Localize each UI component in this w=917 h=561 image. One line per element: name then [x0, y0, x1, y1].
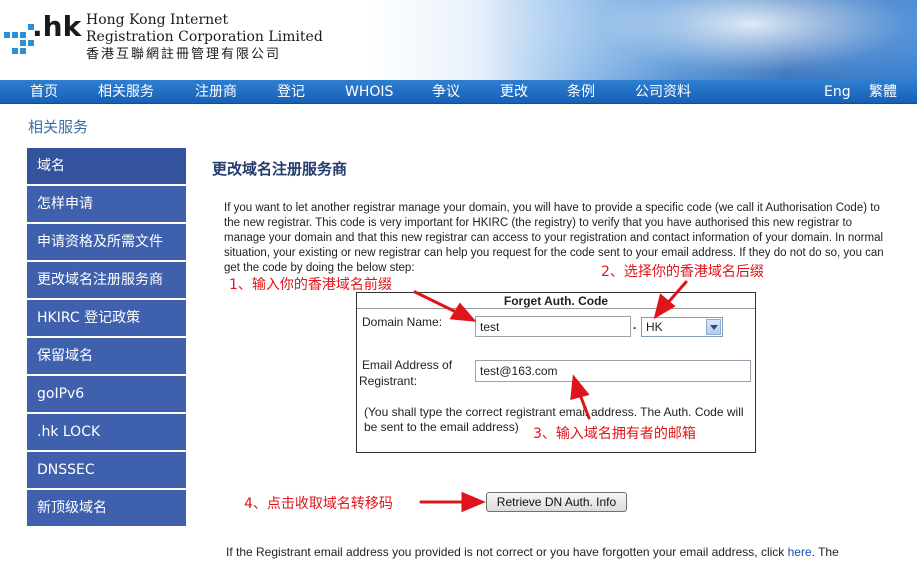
sidebar-item-change-registrar[interactable]: 更改域名注册服务商 [27, 262, 186, 300]
here-link[interactable]: here [788, 545, 812, 559]
lang-english-link[interactable]: Eng [824, 80, 851, 104]
sidebar-item-how-to-apply[interactable]: 怎样申请 [27, 186, 186, 224]
header-glow [440, 0, 917, 80]
nav-item-registrars[interactable]: 注册商 [195, 80, 237, 104]
hkirc-logo[interactable]: .hk [2, 6, 82, 70]
retrieve-auth-info-button[interactable]: Retrieve DN Auth. Info [486, 492, 627, 512]
sidebar-item-domain[interactable]: 域名 [27, 148, 186, 186]
org-name-cn: 香港互聯網註冊管理有限公司 [86, 47, 282, 62]
sidebar-item-hk-lock[interactable]: .hk LOCK [27, 414, 186, 452]
footer-paragraph: If the Registrant email address you prov… [226, 545, 839, 559]
domain-suffix-value: HK [646, 320, 663, 334]
sidebar-item-goipv6[interactable]: goIPv6 [27, 376, 186, 414]
site-header: .hk Hong Kong Internet Registration Corp… [0, 0, 917, 80]
email-label-line2: Registrant: [359, 374, 418, 388]
chevron-down-icon[interactable] [706, 319, 721, 335]
main-nav: 首页 相关服务 注册商 登记 WHOIS 争议 更改 条例 公司资料 Eng 繁… [0, 80, 917, 104]
email-input[interactable] [475, 360, 751, 382]
domain-name-input[interactable] [475, 316, 631, 337]
form-title: Forget Auth. Code [357, 293, 755, 309]
lang-traditional-link[interactable]: 繁體 [869, 80, 897, 104]
footer-text-after: . The [811, 545, 839, 559]
sidebar-item-new-tld[interactable]: 新顶级域名 [27, 490, 186, 528]
nav-item-home[interactable]: 首页 [30, 80, 58, 104]
nav-item-change[interactable]: 更改 [500, 80, 528, 104]
domain-name-label: Domain Name: [362, 315, 443, 329]
nav-item-whois[interactable]: WHOIS [345, 80, 393, 104]
email-label-line1: Email Address of [362, 358, 453, 372]
sidebar-item-reserved[interactable]: 保留域名 [27, 338, 186, 376]
org-name-en-1: Hong Kong Internet [86, 12, 229, 28]
nav-item-services[interactable]: 相关服务 [98, 80, 154, 104]
nav-item-ordinance[interactable]: 条例 [567, 80, 595, 104]
annotation-step-2: 2、选择你的香港域名后缀 [601, 264, 764, 280]
logo-text: .hk [32, 10, 82, 43]
annotation-step-3: 3、输入域名拥有者的邮箱 [533, 426, 696, 442]
arrow-icon [419, 491, 486, 513]
sidebar-item-policy[interactable]: HKIRC 登记政策 [27, 300, 186, 338]
org-name-en-2: Registration Corporation Limited [86, 29, 323, 45]
annotation-step-1: 1、输入你的香港域名前缀 [229, 277, 392, 293]
footer-text-before: If the Registrant email address you prov… [226, 545, 788, 559]
section-title: 相关服务 [28, 118, 89, 136]
sidebar: 域名 怎样申请 申请资格及所需文件 更改域名注册服务商 HKIRC 登记政策 保… [27, 148, 186, 528]
intro-paragraph: If you want to let another registrar man… [224, 202, 884, 274]
nav-item-dispute[interactable]: 争议 [432, 80, 460, 104]
sidebar-item-dnssec[interactable]: DNSSEC [27, 452, 186, 490]
org-name: Hong Kong Internet Registration Corporat… [86, 12, 323, 63]
nav-item-company[interactable]: 公司资料 [635, 80, 691, 104]
nav-item-register[interactable]: 登记 [277, 80, 305, 104]
page-title: 更改域名注册服务商 [212, 160, 348, 178]
domain-suffix-select[interactable]: HK [641, 317, 723, 337]
annotation-step-4: 4、点击收取域名转移码 [244, 496, 393, 512]
sidebar-item-eligibility[interactable]: 申请资格及所需文件 [27, 224, 186, 262]
domain-dot: . [633, 318, 637, 332]
